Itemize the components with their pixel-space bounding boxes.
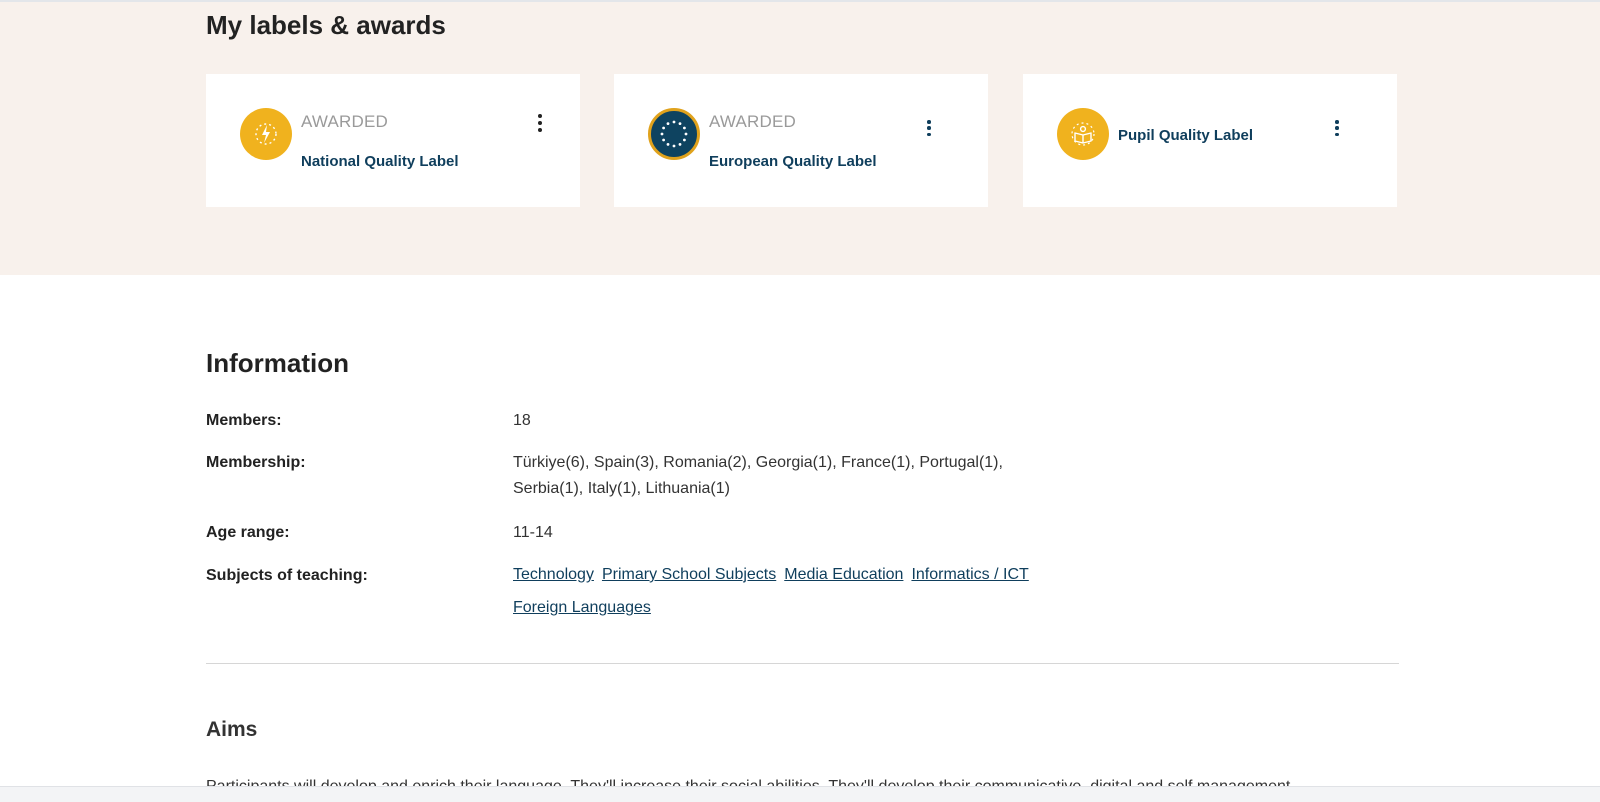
subjects-label: Subjects of teaching: (206, 567, 368, 584)
more-options-icon[interactable] (532, 112, 548, 134)
aims-text: Participants will develop and enrich the… (206, 774, 1399, 786)
more-options-icon[interactable] (1329, 118, 1345, 138)
label-name[interactable]: National Quality Label (301, 153, 459, 170)
more-options-icon[interactable] (921, 118, 937, 138)
subject-link-foreign-languages[interactable]: Foreign Languages (513, 595, 651, 621)
award-status: AWARDED (301, 112, 389, 131)
age-range-label: Age range: (206, 524, 290, 541)
labels-awards-section: My labels & awards AWARDED National Qual… (0, 2, 1600, 275)
bottom-border (0, 786, 1600, 802)
age-range-value: 11-14 (513, 524, 553, 541)
subject-link-informatics-ict[interactable]: Informatics / ICT (911, 562, 1028, 588)
subject-link-primary-school-subjects[interactable]: Primary School Subjects (602, 562, 776, 588)
information-title: Information (206, 348, 349, 378)
membership-value: Türkiye(6), Spain(3), Romania(2), Georgi… (513, 454, 1003, 497)
national-quality-label-badge-icon (240, 108, 292, 160)
subject-link-media-education[interactable]: Media Education (784, 562, 903, 588)
subjects-list: Technology Primary School Subjects Media… (513, 562, 1073, 621)
members-label: Members: (206, 412, 282, 429)
members-value: 18 (513, 412, 531, 429)
award-status: AWARDED (709, 112, 797, 131)
label-name[interactable]: European Quality Label (709, 153, 877, 170)
label-name[interactable]: Pupil Quality Label (1118, 127, 1253, 144)
aims-title: Aims (206, 718, 258, 741)
membership-label: Membership: (206, 454, 306, 471)
labels-section-title: My labels & awards (206, 10, 446, 40)
label-card-pupil[interactable]: Pupil Quality Label (1023, 74, 1397, 207)
label-card-national[interactable]: AWARDED National Quality Label (206, 74, 580, 207)
subject-link-technology[interactable]: Technology (513, 562, 594, 588)
section-divider (206, 663, 1399, 664)
european-quality-label-badge-icon (648, 108, 700, 160)
label-card-european[interactable]: AWARDED European Quality Label (614, 74, 988, 207)
pupil-quality-label-badge-icon (1057, 108, 1109, 160)
